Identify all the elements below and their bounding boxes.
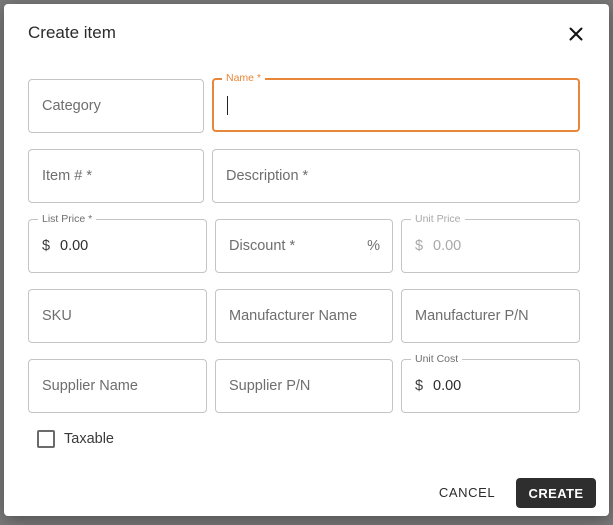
category-field[interactable]: Category <box>28 79 204 133</box>
name-label: Name * <box>222 72 266 84</box>
dialog-title: Create item <box>28 23 116 42</box>
description-field[interactable]: Description * <box>212 149 580 203</box>
taxable-label[interactable]: Taxable <box>64 431 114 447</box>
manufacturer-pn-placeholder: Manufacturer P/N <box>415 308 529 324</box>
manufacturer-name-placeholder: Manufacturer Name <box>229 308 358 324</box>
taxable-checkbox[interactable] <box>37 430 55 448</box>
discount-placeholder: Discount * <box>229 238 296 254</box>
supplier-name-placeholder: Supplier Name <box>42 378 138 394</box>
item-number-field[interactable]: Item # * <box>28 149 204 203</box>
name-field[interactable]: Name * <box>212 72 580 132</box>
close-button[interactable] <box>564 22 588 46</box>
unit-cost-field[interactable]: Unit Cost $ 0.00 <box>401 353 580 413</box>
unit-price-field: Unit Price $ 0.00 <box>401 213 580 273</box>
supplier-pn-placeholder: Supplier P/N <box>229 378 311 394</box>
sku-placeholder: SKU <box>42 308 72 324</box>
description-placeholder: Description * <box>226 168 309 184</box>
manufacturer-pn-field[interactable]: Manufacturer P/N <box>401 289 580 343</box>
unit-cost-value: 0.00 <box>433 378 462 394</box>
cancel-button[interactable]: CANCEL <box>430 478 504 506</box>
category-placeholder: Category <box>42 98 101 114</box>
list-price-label: List Price * <box>38 213 97 225</box>
manufacturer-name-field[interactable]: Manufacturer Name <box>215 289 393 343</box>
list-price-field[interactable]: List Price * $ 0.00 <box>28 213 207 273</box>
list-price-value: 0.00 <box>60 238 89 254</box>
discount-field[interactable]: Discount * % <box>215 219 393 273</box>
supplier-name-field[interactable]: Supplier Name <box>28 359 207 413</box>
unit-cost-label: Unit Cost <box>411 353 463 365</box>
discount-percent-suffix: % <box>367 238 380 254</box>
create-button[interactable]: CREATE <box>516 478 596 508</box>
item-number-placeholder: Item # * <box>42 168 92 184</box>
unit-cost-currency: $ <box>415 378 424 394</box>
list-price-currency: $ <box>42 238 51 254</box>
close-icon <box>569 27 583 41</box>
supplier-pn-field[interactable]: Supplier P/N <box>215 359 393 413</box>
unit-price-currency: $ <box>415 238 424 254</box>
text-caret <box>227 96 228 115</box>
sku-field[interactable]: SKU <box>28 289 207 343</box>
unit-price-label: Unit Price <box>411 213 465 225</box>
create-item-dialog: Create item Category Name * Item # * Des… <box>4 4 609 516</box>
unit-price-value: 0.00 <box>433 238 462 254</box>
